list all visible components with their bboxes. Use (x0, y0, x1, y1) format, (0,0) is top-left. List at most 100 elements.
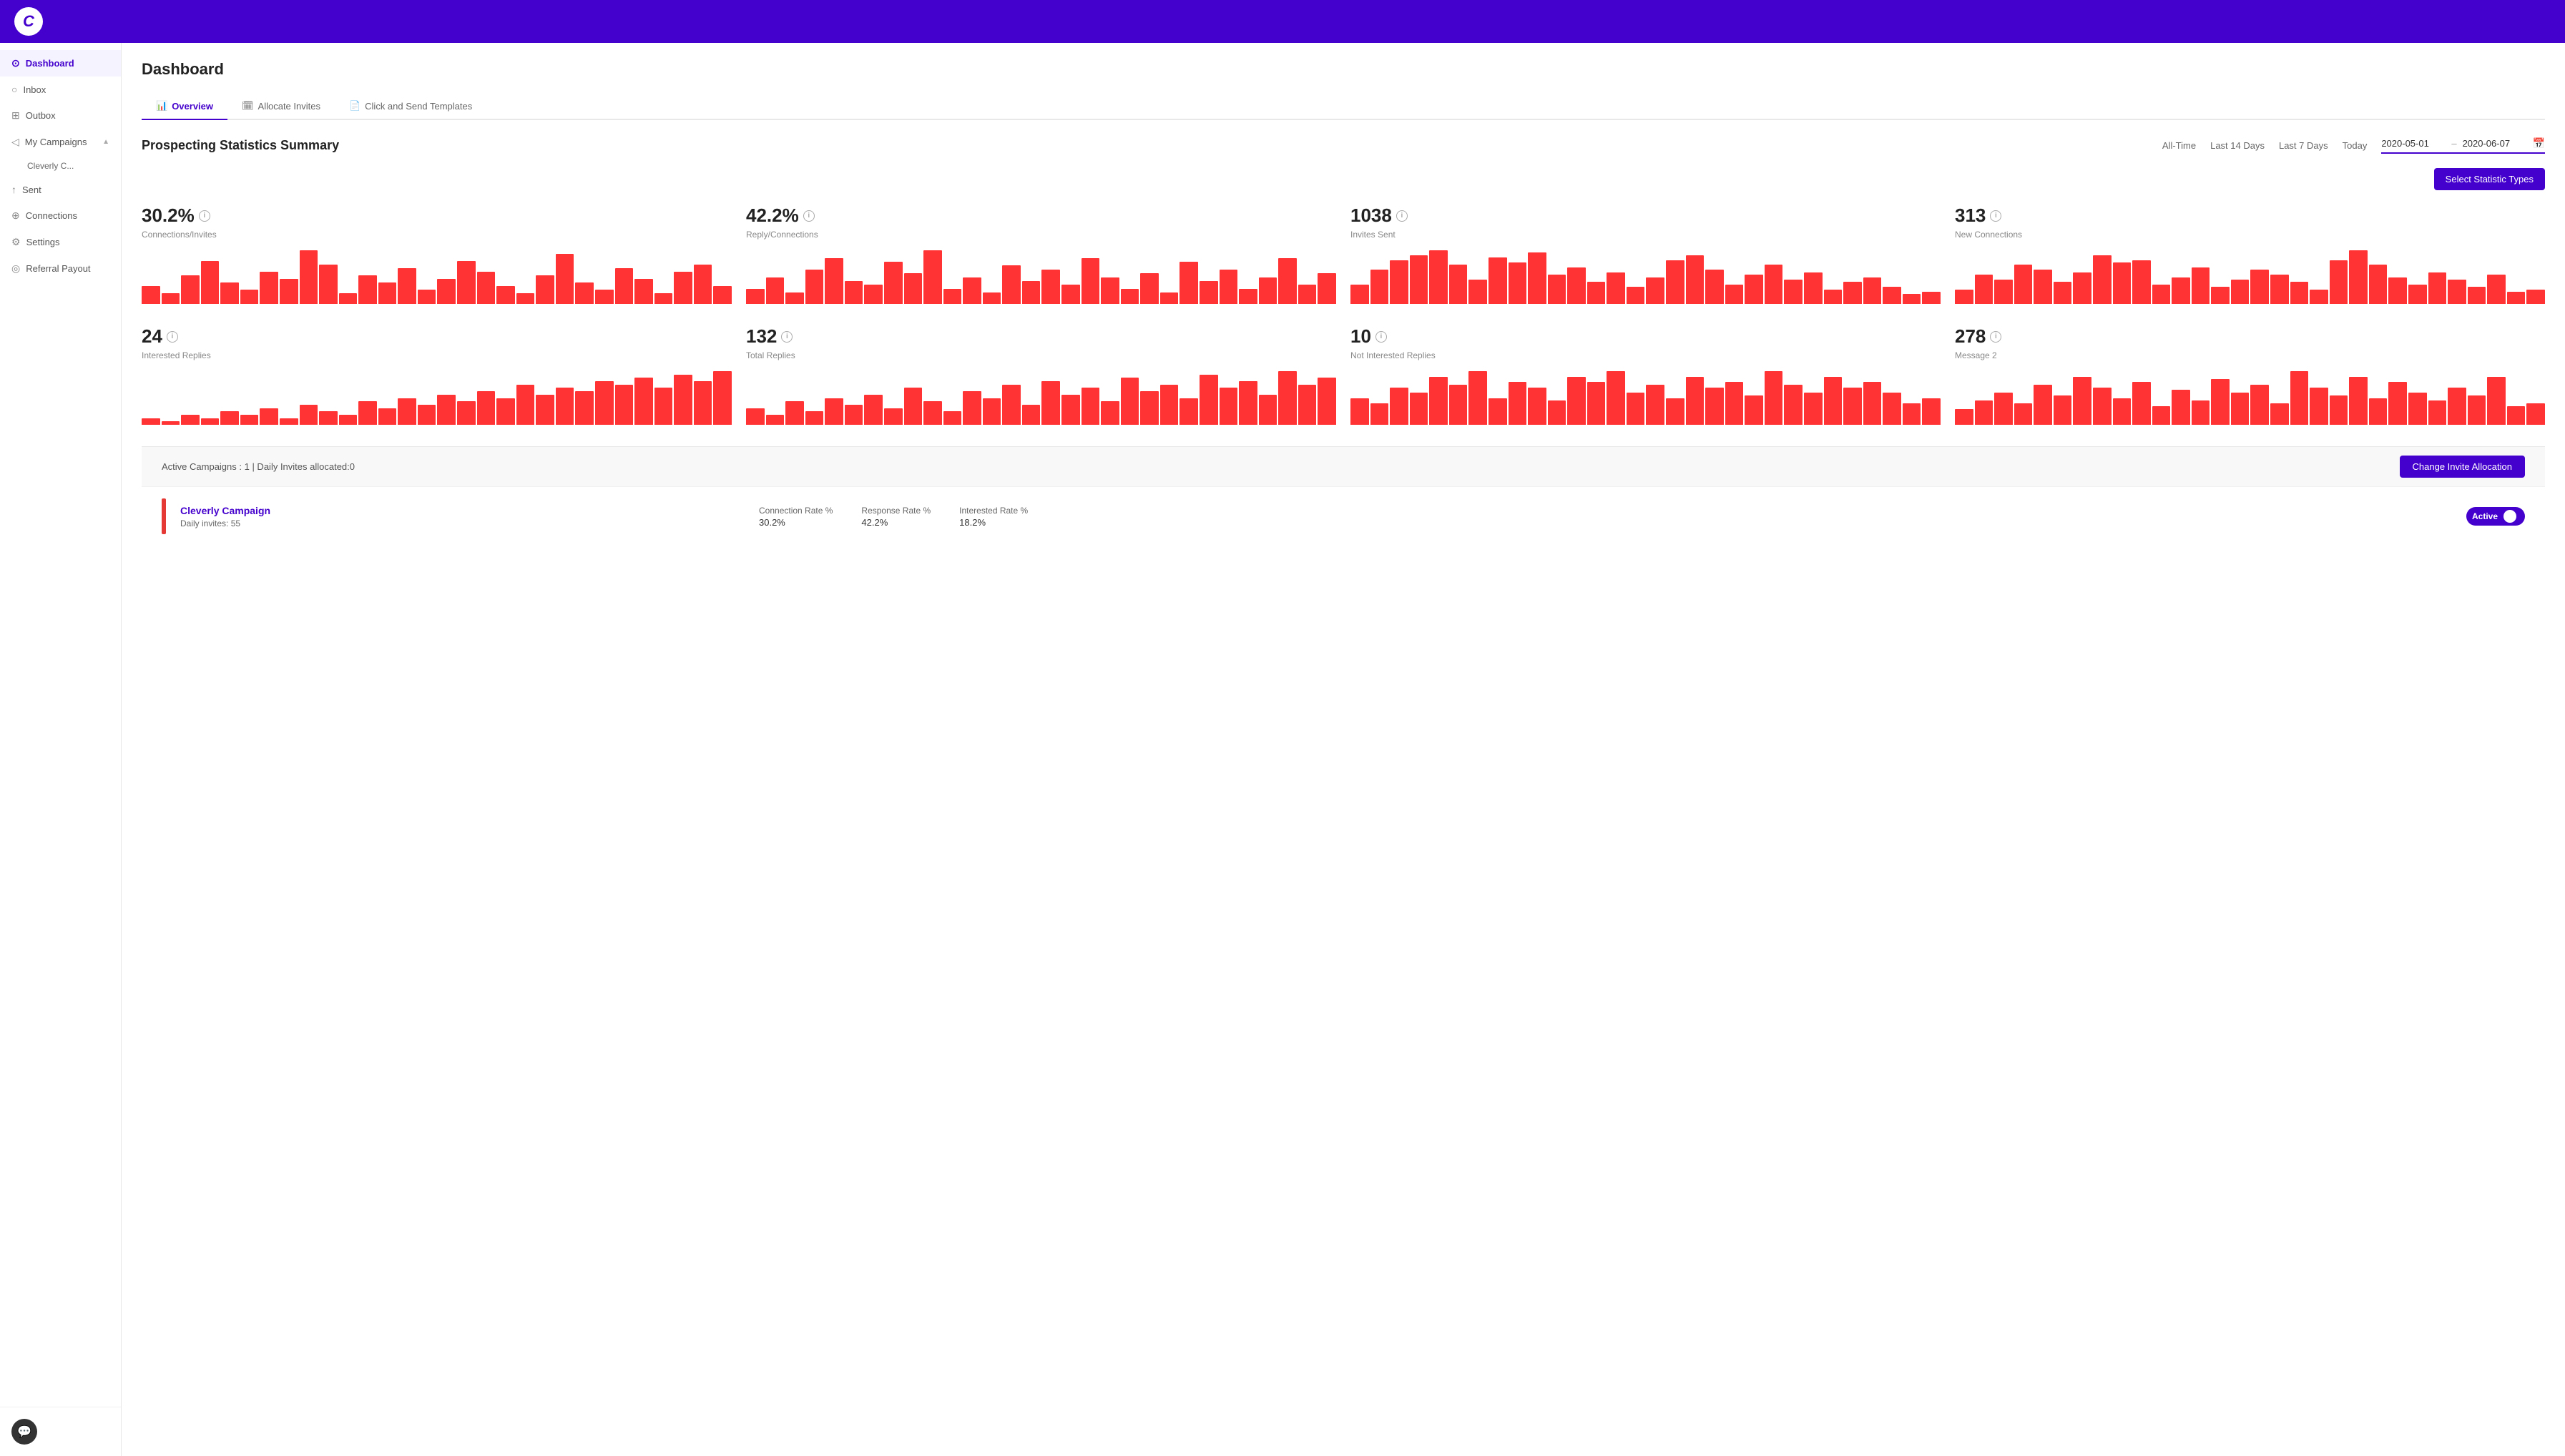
bar (1975, 275, 1993, 304)
stat-value-total-replies: 132 i (746, 325, 1336, 348)
filter-last-14[interactable]: Last 14 Days (2210, 140, 2265, 151)
bar (1784, 280, 1803, 304)
bar (1509, 262, 1527, 304)
inbox-icon: ○ (11, 84, 17, 95)
bar (1002, 385, 1021, 425)
bar (634, 378, 653, 425)
bar (785, 292, 804, 304)
bar (358, 401, 377, 425)
campaign-name[interactable]: Cleverly Campaign (180, 505, 745, 516)
bar (142, 286, 160, 304)
sidebar-item-settings[interactable]: ⚙ Settings (0, 229, 121, 255)
info-icon-new-connections[interactable]: i (1990, 210, 2001, 222)
bar (457, 401, 476, 425)
bar (2054, 395, 2072, 425)
bar-chart-new-connections (1955, 247, 2545, 304)
bar (1121, 289, 1139, 304)
sidebar-item-outbox[interactable]: ⊞ Outbox (0, 102, 121, 129)
bar (2034, 385, 2052, 425)
bar (142, 418, 160, 425)
filter-all-time[interactable]: All-Time (2162, 140, 2196, 151)
tab-allocate-invites[interactable]: 🗓 Allocate Invites (227, 93, 335, 120)
filter-last-7[interactable]: Last 7 Days (2279, 140, 2328, 151)
bar (2369, 265, 2388, 304)
bar (884, 262, 903, 304)
sidebar-item-referral-payout[interactable]: ◎ Referral Payout (0, 255, 121, 282)
bar (1160, 385, 1179, 425)
stat-card-new-connections: 313 i New Connections (1955, 205, 2545, 304)
select-statistic-types-button[interactable]: Select Statistic Types (2434, 168, 2545, 190)
page-title: Dashboard (142, 60, 2545, 79)
bar (983, 398, 1001, 426)
stat-label-reply-connections: Reply/Connections (746, 230, 1336, 240)
bar (2507, 406, 2526, 425)
sidebar-item-cleverly-c[interactable]: Cleverly C... (0, 155, 121, 177)
bar (477, 391, 496, 425)
info-icon-interested-replies[interactable]: i (167, 331, 178, 343)
connections-icon: ⊕ (11, 210, 20, 222)
bar (1705, 270, 1724, 304)
stat-value-connections-invites: 30.2% i (142, 205, 732, 227)
bar (1548, 275, 1566, 304)
chat-button[interactable]: 💬 (11, 1419, 37, 1445)
bar (2468, 287, 2486, 304)
sidebar-label-dashboard: Dashboard (26, 58, 74, 69)
bar (2349, 377, 2368, 426)
bar (963, 277, 981, 305)
filter-today[interactable]: Today (2343, 140, 2368, 151)
info-icon-message-2[interactable]: i (1990, 331, 2001, 343)
bar (496, 398, 515, 426)
stats-title: Prospecting Statistics Summary (142, 138, 339, 153)
sidebar-item-inbox[interactable]: ○ Inbox (0, 77, 121, 102)
date-to-input[interactable] (2463, 138, 2527, 149)
date-from-input[interactable] (2381, 138, 2446, 149)
bar (1804, 393, 1823, 425)
change-invite-allocation-button[interactable]: Change Invite Allocation (2400, 456, 2525, 478)
bar (2113, 262, 2132, 304)
connection-rate-group: Connection Rate % 30.2% (759, 506, 833, 528)
bar (2250, 385, 2269, 425)
info-icon-connections-invites[interactable]: i (199, 210, 210, 222)
sidebar-item-sent[interactable]: ↑ Sent (0, 177, 121, 202)
bar (1061, 395, 1080, 425)
info-icon-reply-connections[interactable]: i (803, 210, 815, 222)
chevron-down-icon: ▲ (102, 138, 109, 146)
info-icon-invites-sent[interactable]: i (1396, 210, 1408, 222)
bar (2152, 406, 2171, 425)
calendar-icon[interactable]: 📅 (2533, 137, 2545, 149)
bar (1179, 398, 1198, 426)
bar (260, 272, 278, 304)
bar (595, 381, 614, 425)
bar (654, 293, 673, 304)
sidebar-item-dashboard[interactable]: ⊙ Dashboard (0, 50, 121, 77)
active-toggle[interactable]: Active (2466, 507, 2525, 526)
sidebar-item-connections[interactable]: ⊕ Connections (0, 202, 121, 229)
info-icon-total-replies[interactable]: i (781, 331, 793, 343)
info-icon-not-interested[interactable]: i (1375, 331, 1387, 343)
bar (1686, 377, 1705, 426)
tab-click-and-send[interactable]: 📄 Click and Send Templates (335, 93, 486, 120)
toggle-circle (2503, 510, 2516, 523)
bar (437, 279, 456, 304)
sidebar-item-my-campaigns[interactable]: ◁ My Campaigns ▲ (0, 129, 121, 155)
bar (1468, 280, 1487, 304)
stat-card-total-replies: 132 i Total Replies (746, 325, 1336, 425)
bar (457, 261, 476, 304)
bar (575, 391, 594, 425)
stat-value-new-connections: 313 i (1955, 205, 2545, 227)
app-logo[interactable]: C (14, 7, 43, 36)
bar (339, 293, 358, 304)
bar (2330, 395, 2348, 425)
bar (845, 281, 863, 304)
click-send-tab-icon: 📄 (349, 100, 361, 112)
bar (1350, 398, 1369, 426)
bar (1259, 395, 1277, 425)
stat-label-connections-invites: Connections/Invites (142, 230, 732, 240)
tab-overview[interactable]: 📊 Overview (142, 93, 227, 120)
bar (1765, 265, 1783, 304)
sidebar-label-settings: Settings (26, 237, 60, 247)
bar (1646, 385, 1664, 425)
bar (1903, 403, 1921, 425)
bar (2448, 388, 2466, 426)
interested-rate-label: Interested Rate % (959, 506, 1028, 516)
